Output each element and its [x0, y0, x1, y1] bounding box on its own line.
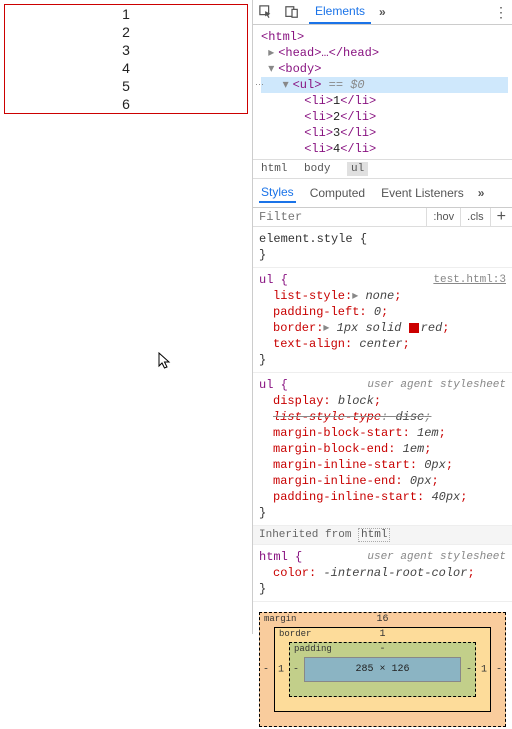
crumb-ul[interactable]: ul — [347, 162, 368, 176]
devtools-toolbar: Elements » ⋮ — [253, 0, 512, 25]
crumb-html[interactable]: html — [261, 163, 287, 175]
subtab-styles[interactable]: Styles — [259, 183, 296, 203]
devtools-panel: Elements » ⋮ <html> ▸<head>…</head> ▾<bo… — [252, 0, 512, 634]
breadcrumb: html body ul — [253, 159, 512, 179]
subtabs-overflow-icon[interactable]: » — [478, 186, 485, 200]
demo-list: 1 2 3 4 5 6 — [4, 4, 248, 114]
tab-elements[interactable]: Elements — [309, 0, 371, 24]
subtab-computed[interactable]: Computed — [308, 184, 367, 202]
crumb-body[interactable]: body — [304, 163, 330, 175]
dom-node[interactable]: <li>2</li> — [261, 109, 508, 125]
new-rule-button[interactable]: + — [490, 208, 512, 226]
list-item: 1 — [5, 5, 247, 23]
rule-ul-author[interactable]: test.html:3 ul { list-style:▸ none; padd… — [253, 268, 512, 373]
collapse-arrow-icon[interactable]: ▾ — [283, 77, 293, 93]
ua-stylesheet-label: user agent stylesheet — [367, 549, 506, 565]
device-toggle-icon[interactable] — [283, 3, 301, 21]
cls-toggle[interactable]: .cls — [460, 208, 490, 226]
tabs-overflow-icon[interactable]: » — [379, 5, 386, 19]
box-model-widget[interactable]: margin 16 - - border 1 1 1 padding - - -… — [253, 602, 512, 727]
styles-filter-bar: :hov .cls + — [253, 208, 512, 227]
collapse-arrow-icon[interactable]: ▾ — [268, 61, 278, 77]
color-swatch-icon[interactable] — [409, 323, 419, 333]
dom-node[interactable]: <li>3</li> — [261, 125, 508, 141]
rule-source-link[interactable]: test.html:3 — [433, 272, 506, 288]
expand-arrow-icon[interactable]: ▸ — [268, 45, 278, 61]
ua-stylesheet-label: user agent stylesheet — [367, 377, 506, 393]
list-item: 5 — [5, 77, 247, 95]
ellipsis-icon: ⋯ — [255, 77, 263, 93]
inherited-from-section: Inherited from html — [253, 526, 512, 545]
dom-node[interactable]: <li>4</li> — [261, 141, 508, 157]
rule-html-ua[interactable]: user agent stylesheet html { color: -int… — [253, 545, 512, 602]
list-item: 3 — [5, 41, 247, 59]
dom-node-selected[interactable]: ⋯ ▾<ul> == $0 — [261, 77, 508, 93]
list-item: 6 — [5, 95, 247, 113]
rendered-page: 1 2 3 4 5 6 — [0, 0, 252, 634]
menu-icon[interactable]: ⋮ — [494, 4, 508, 21]
dom-node[interactable]: <body> — [278, 62, 321, 76]
inherited-from-link[interactable]: html — [358, 528, 390, 542]
styles-subtabs: Styles Computed Event Listeners » — [253, 179, 512, 208]
rule-element-style[interactable]: element.style { } — [253, 227, 512, 268]
dom-node[interactable]: <html> — [261, 30, 304, 44]
dom-node[interactable]: <head>…</head> — [278, 46, 379, 60]
hov-toggle[interactable]: :hov — [426, 208, 460, 226]
rule-ul-ua[interactable]: user agent stylesheet ul { display: bloc… — [253, 373, 512, 526]
filter-input[interactable] — [253, 208, 426, 226]
dom-node[interactable]: <li>1</li> — [261, 93, 508, 109]
list-item: 2 — [5, 23, 247, 41]
inspect-icon[interactable] — [257, 3, 275, 21]
subtab-event-listeners[interactable]: Event Listeners — [379, 184, 466, 202]
dom-tree[interactable]: <html> ▸<head>…</head> ▾<body> ⋯ ▾<ul> =… — [253, 25, 512, 159]
box-model-content[interactable]: 285 × 126 — [304, 657, 461, 682]
list-item: 4 — [5, 59, 247, 77]
